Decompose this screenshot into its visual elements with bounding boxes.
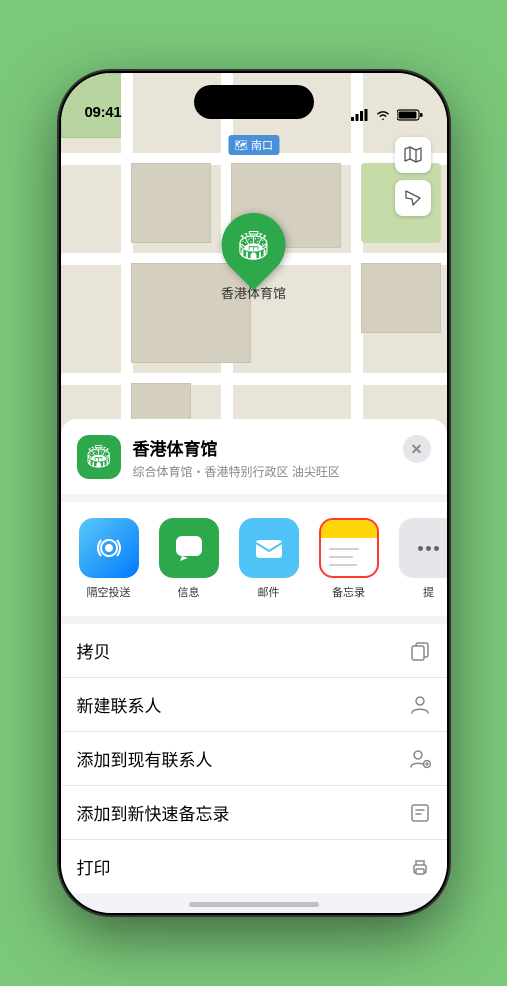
action-quick-note[interactable]: 添加到新快速备忘录 (61, 786, 447, 840)
airdrop-svg (93, 532, 125, 564)
new-contact-icon (409, 694, 431, 716)
notes-label: 备忘录 (332, 584, 365, 600)
home-indicator (189, 902, 319, 907)
quick-note-icon (409, 802, 431, 824)
message-icon (159, 518, 219, 578)
message-label: 信息 (178, 584, 200, 600)
share-item-airdrop[interactable]: 隔空投送 (73, 518, 145, 600)
location-name: 香港体育馆 (133, 435, 391, 460)
map-controls (395, 137, 431, 216)
map-type-button[interactable] (395, 137, 431, 173)
location-button[interactable] (395, 180, 431, 216)
share-item-message[interactable]: 信息 (153, 518, 225, 600)
action-add-contact[interactable]: 添加到现有联系人 (61, 732, 447, 786)
mail-svg (252, 531, 286, 565)
location-arrow-icon (404, 189, 422, 207)
mail-label: 邮件 (258, 584, 280, 600)
action-quick-note-label: 添加到新快速备忘录 (77, 800, 230, 825)
phone-screen: 09:41 (61, 73, 447, 913)
airdrop-icon (79, 518, 139, 578)
map-pin: 🏟 香港体育馆 (221, 213, 286, 302)
more-label: 提 (423, 584, 434, 600)
location-info: 香港体育馆 综合体育馆・香港特别行政区 油尖旺区 (133, 435, 391, 480)
status-time: 09:41 (85, 104, 122, 121)
action-add-contact-label: 添加到现有联系人 (77, 746, 213, 771)
close-icon: ✕ (411, 441, 423, 458)
action-print[interactable]: 打印 (61, 840, 447, 893)
action-print-label: 打印 (77, 854, 111, 879)
add-contact-icon (409, 748, 431, 770)
close-button[interactable]: ✕ (403, 435, 431, 463)
action-list: 拷贝 新建联系人 添加到现有联系人 (61, 624, 447, 893)
venue-icon: 🏟 (77, 435, 121, 479)
wifi-icon (375, 109, 391, 121)
signal-icon (351, 109, 369, 121)
dynamic-island (194, 85, 314, 119)
battery-icon (397, 109, 423, 121)
share-row: 隔空投送 信息 (61, 502, 447, 616)
map-type-icon (403, 145, 423, 165)
map-label: 🗺 南口 (228, 135, 279, 155)
share-item-notes[interactable]: 备忘录 (313, 518, 385, 600)
notes-icon (319, 518, 379, 578)
status-icons (351, 109, 423, 121)
action-new-contact-label: 新建联系人 (77, 692, 162, 717)
more-icon (399, 518, 447, 578)
action-copy[interactable]: 拷贝 (61, 624, 447, 678)
pin-circle: 🏟 (208, 200, 299, 291)
print-icon (409, 856, 431, 878)
action-copy-label: 拷贝 (77, 638, 111, 663)
stadium-icon: 🏟 (236, 229, 272, 262)
map-label-text: 🗺 南口 (234, 140, 273, 152)
share-item-mail[interactable]: 邮件 (233, 518, 305, 600)
location-subtitle: 综合体育馆・香港特别行政区 油尖旺区 (133, 463, 391, 480)
phone-frame: 09:41 (59, 71, 449, 915)
mail-icon (239, 518, 299, 578)
action-new-contact[interactable]: 新建联系人 (61, 678, 447, 732)
message-svg (172, 531, 206, 565)
share-item-more[interactable]: 提 (393, 518, 447, 600)
airdrop-label: 隔空投送 (87, 584, 131, 600)
bottom-sheet: 🏟 香港体育馆 综合体育馆・香港特别行政区 油尖旺区 ✕ (61, 419, 447, 913)
copy-icon (409, 640, 431, 662)
location-header: 🏟 香港体育馆 综合体育馆・香港特别行政区 油尖旺区 ✕ (61, 419, 447, 494)
more-dots (418, 546, 439, 551)
